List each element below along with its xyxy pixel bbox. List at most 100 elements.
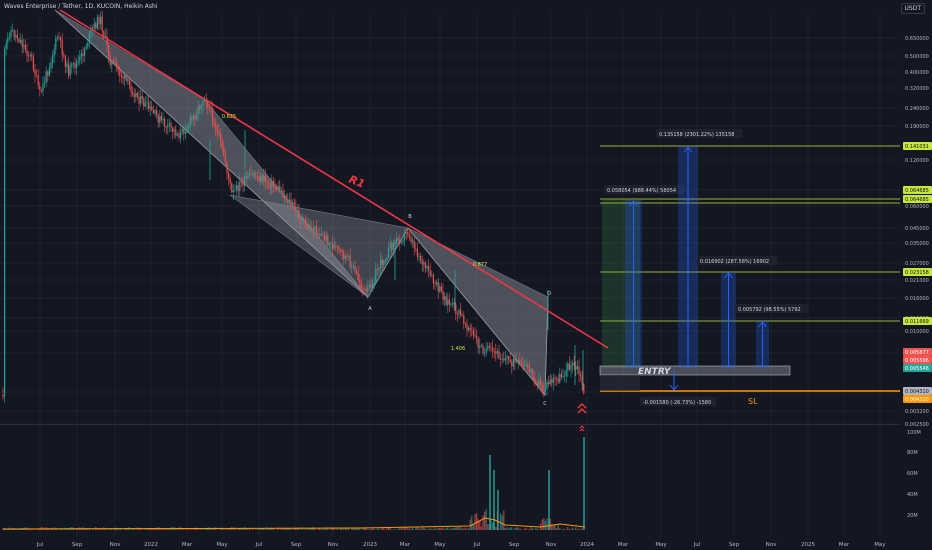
candle-body [13,30,15,38]
volume-bar [324,528,326,530]
candle-body [367,287,369,293]
candle-body [452,303,454,305]
candle-body [368,284,370,288]
time-axis[interactable]: Jul Sep Nov 2022 Mar May Jul Sep Nov 2023 Mar May Ju… [0,537,932,550]
volume-bar [503,510,505,530]
candle-body [407,232,409,235]
volume-bar [437,528,439,530]
pattern-triangle-abc-left [229,194,409,298]
candle-body [514,358,516,363]
volume-bar [120,529,122,530]
candle-body [448,299,450,305]
volume-bar [453,528,455,530]
candle-body [61,40,63,55]
x-tick-label: Jul [255,542,263,548]
candle-body [511,361,513,367]
candle-body [359,280,361,284]
x-tick-label: 2025 [801,542,815,548]
candle-body [68,63,70,76]
volume-bar [517,527,519,530]
candle-body [484,352,486,354]
candle-body [111,60,113,65]
candle-body [69,66,71,76]
candle-body [546,382,548,389]
candle-body [224,156,226,163]
candle-body [391,243,393,250]
candle-body [263,175,265,182]
volume-bar [322,529,324,530]
candle-body [21,40,23,47]
candle-body [88,32,90,44]
candle-body [456,313,458,315]
y-tick-label: 0.400000 [905,70,929,76]
candle-body [562,376,564,378]
candle-body [266,181,268,183]
volume-bar [247,529,249,530]
volume-bar [351,528,353,530]
volume-bar [479,520,481,530]
volume-bar [564,528,566,530]
candle-body [258,176,260,182]
candle-body [520,362,522,364]
candle-body [351,266,353,267]
volume-bar [44,529,46,530]
price-badge-2: 0.064685 [905,197,929,203]
y-tick-label: 0.190000 [905,124,929,130]
candle-body [442,291,444,300]
candle-body [250,172,252,174]
candle-body [191,117,193,120]
volume-bar [255,529,257,530]
volume-tick-label: 20M [907,513,918,519]
volume-bar [164,529,166,530]
x-tick-label: Sep [291,542,302,548]
candle-body [578,366,580,375]
candle-body [404,232,406,241]
candle-body [415,248,417,250]
volume-bar [546,518,548,530]
volume-bar [536,528,538,530]
volume-bar [343,528,345,530]
volume-bar [466,528,468,530]
candle-body [122,76,124,79]
candle-body [482,345,484,354]
candle-body [200,105,202,109]
x-tick-label: Mar [839,542,850,548]
candle-body [210,107,212,109]
volume-bar [474,513,476,530]
currency-badge[interactable]: USDT [900,3,925,14]
candle-body [348,255,350,257]
chart-canvas[interactable]: ABCD0.6250.8771.406R1ENTRYSL0.058054 (98… [0,0,932,550]
candle-body [116,62,118,68]
candle-body [516,361,518,363]
x-tick-label: Nov [110,542,121,548]
x-tick-label: Mar [618,542,629,548]
volume-tick-label: 40M [907,492,918,498]
price-axis[interactable]: 0.650000 0.500000 0.400000 0.320000 0.240000… [900,0,932,550]
volume-bar [432,528,434,530]
candle-body [431,275,433,276]
volume-bar [519,528,521,530]
candle-body [108,44,110,57]
candle-body [370,284,372,289]
price-badge-5: 0.005877 [905,350,929,356]
volume-tick-label: 60M [907,471,918,477]
candle-body [512,358,514,367]
x-tick-label: Jul [693,542,701,548]
candle-body [106,36,108,45]
candle-body [253,173,255,177]
candle-body [237,185,239,192]
candle-body [319,233,321,236]
candle-body [47,71,49,76]
volume-bar [544,520,546,530]
candle-body [466,323,468,331]
candle-body [288,199,290,203]
candle-body [408,234,410,238]
candle-body [300,219,302,221]
candle-body [524,364,526,366]
x-tick-label: May [874,542,886,548]
volume-bar [421,527,423,530]
candle-body [364,288,366,290]
candle-body [378,268,380,271]
candle-body [64,55,66,68]
candle-body [239,182,241,192]
